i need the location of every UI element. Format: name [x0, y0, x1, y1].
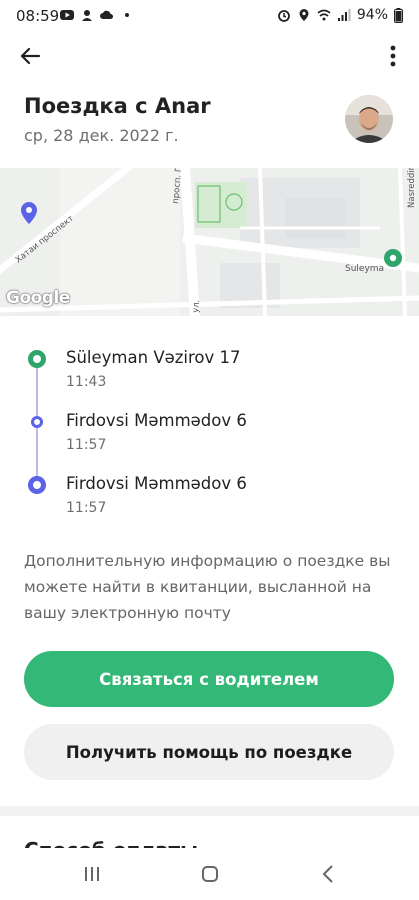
system-icons: 94% [277, 7, 403, 23]
more-vertical-icon [390, 45, 396, 67]
stop-address: Firdovsi Məmmədov 6 [66, 411, 247, 430]
stop-address: Firdovsi Məmmədov 6 [66, 474, 247, 493]
notification-icons [60, 8, 134, 22]
map-label-street-5: Nasreddin [407, 168, 417, 208]
status-bar: 08:59 94% [0, 0, 419, 34]
youtube-icon [60, 10, 74, 20]
top-bar [0, 36, 419, 76]
route-stop-intermediate: Firdovsi Məmmədov 6 11:57 [0, 403, 419, 463]
destination-dot-icon [28, 476, 46, 494]
stop-time: 11:57 [66, 437, 107, 453]
section-divider [0, 806, 419, 816]
recent-apps-icon [85, 867, 99, 881]
google-logo: Google [6, 288, 70, 308]
status-time: 08:59 [16, 7, 60, 25]
trip-help-button[interactable]: Получить помощь по поездке [24, 724, 394, 780]
alarm-icon [277, 10, 290, 22]
trip-date: ср, 28 дек. 2022 г. [24, 126, 179, 145]
route-stop-origin: Süleyman Vəzirov 17 11:43 [0, 340, 419, 400]
cloud-icon [100, 10, 113, 19]
trip-title: Поездка с Anar [24, 94, 211, 118]
battery-icon [394, 7, 403, 23]
app-icon [82, 10, 92, 21]
contact-driver-button[interactable]: Связаться с водителем [24, 651, 394, 707]
location-icon [299, 9, 309, 21]
system-back-button[interactable] [308, 858, 348, 890]
home-button[interactable] [190, 858, 230, 890]
signal-icon [337, 9, 351, 21]
origin-dot-icon [28, 350, 46, 368]
driver-photo [345, 95, 393, 143]
trip-map[interactable]: Хатаи проспект просп. Гейд. Suleyma ул. … [0, 168, 419, 316]
driver-avatar[interactable] [345, 95, 393, 143]
wifi-icon [317, 9, 331, 21]
chevron-left-icon [322, 865, 333, 883]
map-label-street-4: ул. [191, 299, 202, 313]
route-stop-destination: Firdovsi Məmmədov 6 11:57 [0, 466, 419, 526]
arrow-left-icon [20, 47, 41, 65]
map-origin-pin [384, 249, 402, 267]
receipt-info-text: Дополнительную информацию о поездке вы м… [24, 552, 391, 622]
stop-time: 11:57 [66, 500, 107, 516]
more-options-button[interactable] [381, 40, 405, 72]
waypoint-dot-icon [31, 416, 43, 428]
back-button[interactable] [14, 40, 46, 72]
home-icon [202, 866, 218, 882]
stop-address: Süleyman Vəzirov 17 [66, 348, 241, 367]
recent-apps-button[interactable] [72, 858, 112, 890]
stop-time: 11:43 [66, 374, 107, 390]
battery-percent: 94% [356, 7, 388, 23]
system-nav-bar [0, 848, 419, 900]
dot-icon [125, 13, 129, 17]
map-label-street-3: Suleyma [345, 264, 384, 274]
